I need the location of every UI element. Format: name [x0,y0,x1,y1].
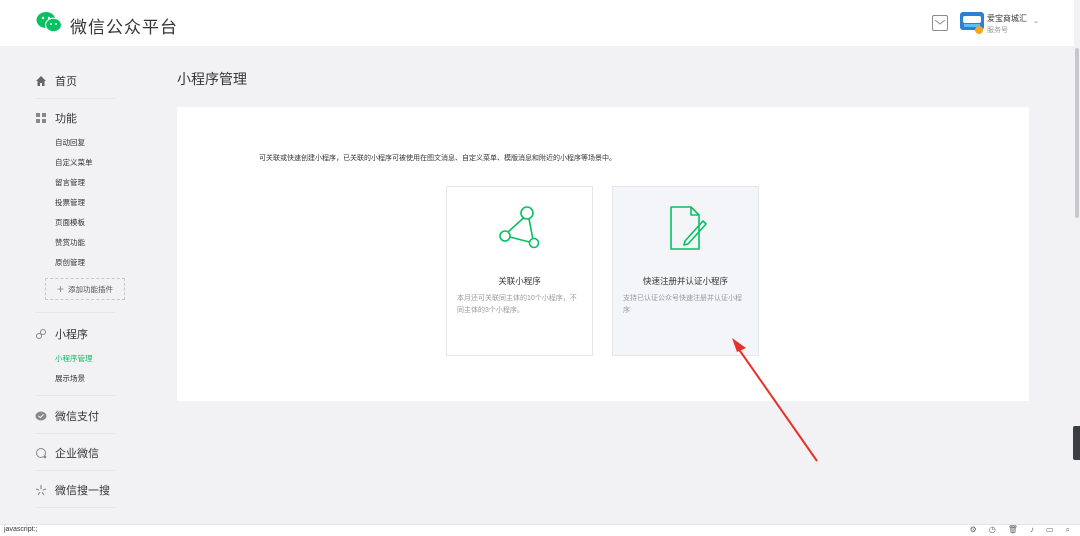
account-type: 服务号 [987,27,1008,34]
card-title: 关联小程序 [498,276,541,286]
sidebar-item-features[interactable]: 功能 [35,110,77,126]
account-avatar[interactable] [960,12,984,34]
sidebar-item-comments[interactable]: 留言管理 [55,177,85,188]
divider [35,507,115,508]
wechat-logo-icon[interactable] [36,11,62,33]
card-title: 快速注册并认证小程序 [642,276,728,286]
volume-icon[interactable]: ♪ [1030,525,1034,535]
sidebar-item-wechat-search[interactable]: 微信搜一搜 [35,482,110,498]
sidebar-item-label: 功能 [55,113,77,125]
divider [35,312,115,313]
platform-title[interactable]: 微信公众平台 [70,13,178,38]
sidebar-item-tipping[interactable]: 赞赏功能 [55,237,85,248]
sidebar-item-mini-program-management[interactable]: 小程序管理 [55,353,93,364]
sidebar-item-mini-program[interactable]: 小程序 [35,326,88,342]
work-wechat-icon [36,448,47,459]
grid-icon [36,113,46,123]
add-plugin-button[interactable]: + 添加功能插件 [45,278,125,300]
sidebar-item-wechat-pay[interactable]: 微信支付 [35,408,99,424]
scrollbar-thumb[interactable] [1075,48,1079,218]
page-title: 小程序管理 [177,71,247,87]
trash-icon[interactable]: 🗑 [1008,525,1018,535]
sidebar-item-original[interactable]: 原创管理 [55,257,85,268]
home-icon [36,76,46,86]
sidebar-item-custom-menu[interactable]: 自定义菜单 [55,157,93,168]
wechat-pay-icon [35,411,47,421]
document-edit-icon [669,206,707,250]
status-icons: ⚙ ◷ 🗑 ♪ ▭ ⌕ [970,525,1070,535]
chevron-down-icon[interactable]: ⌄ [1033,17,1039,25]
sidebar-item-page-templates[interactable]: 页面模板 [55,217,85,228]
divider [35,98,115,99]
browser-status-bar: javascript:; ⚙ ◷ 🗑 ♪ ▭ ⌕ [0,524,1080,536]
quick-register-card[interactable]: 快速注册并认证小程序 支持已认证公众号快速注册并认证小程序 [612,186,759,356]
divider [35,433,115,434]
page-description: 可关联或快速创建小程序，已关联的小程序可被使用在图文消息、自定义菜单、模版消息和… [259,155,616,162]
sidebar-item-auto-reply[interactable]: 自动回复 [55,137,85,148]
card-description: 本月还可关联同主体的10个小程序，不同主体的3个小程序。 [457,295,577,314]
main-panel [177,107,1029,401]
divider [35,470,115,471]
sidebar-item-label: 企业微信 [55,448,99,460]
link-network-icon [498,206,539,249]
sidebar-item-label: 微信支付 [55,411,99,423]
mail-icon[interactable] [932,15,948,31]
search-sparkle-icon [35,485,47,496]
sidebar-item-label: 首页 [55,76,77,88]
extension-icon[interactable]: ⚙ [970,525,977,535]
sidebar-item-votes[interactable]: 投票管理 [55,197,85,208]
sidebar-item-label: 小程序 [55,329,88,341]
card-description: 支持已认证公众号快速注册并认证小程序 [623,295,742,314]
top-header: 微信公众平台 爱宝商城汇 服务号 ⌄ [0,0,1080,46]
status-url: javascript:; [4,526,38,533]
sidebar-item-label: 微信搜一搜 [55,485,110,497]
sidebar: 首页 功能 自动回复 自定义菜单 留言管理 投票管理 页面模板 赞赏功能 原创管… [0,46,150,524]
side-feedback-tab[interactable] [1073,426,1080,460]
mini-program-icon [36,329,46,339]
sidebar-item-work-wechat[interactable]: 企业微信 [35,445,99,461]
search-icon[interactable]: ⌕ [1066,525,1070,535]
sidebar-item-display-scenes[interactable]: 展示场景 [55,373,85,384]
window-icon[interactable]: ▭ [1046,525,1054,535]
divider [35,395,115,396]
sidebar-item-home[interactable]: 首页 [35,73,77,89]
link-mini-program-card[interactable]: 关联小程序 本月还可关联同主体的10个小程序，不同主体的3个小程序。 [446,186,593,356]
plus-icon: + [56,282,64,296]
account-name[interactable]: 爱宝商城汇 [987,13,1027,24]
history-icon[interactable]: ◷ [989,525,996,535]
